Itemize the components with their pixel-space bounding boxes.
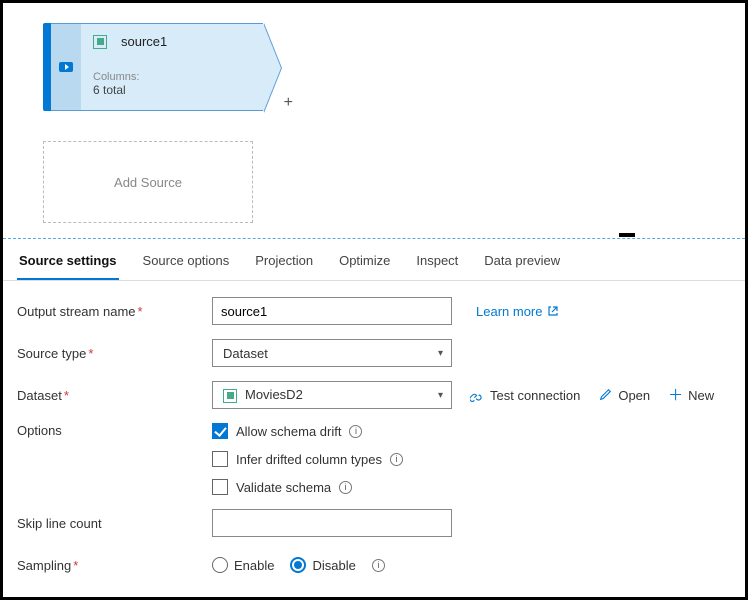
checkbox-validate-schema[interactable]: Validate schema i [212,479,403,495]
info-icon[interactable]: i [390,453,403,466]
label-output-stream: Output stream name* [17,304,212,319]
info-icon[interactable]: i [339,481,352,494]
chevron-down-icon: ▾ [438,348,443,359]
source-handle[interactable] [43,23,51,111]
source-title-row: source1 [93,34,251,49]
row-dataset: Dataset* MoviesD2 ▾ Test connection Open… [17,381,731,409]
source-node[interactable]: source1 Columns: 6 total + [43,23,263,111]
row-options: Options Allow schema drift i Infer drift… [17,423,731,495]
dataset-pipeline-icon [58,59,74,75]
open-dataset-link[interactable]: Open [598,388,650,403]
row-sampling: Sampling* Enable Disable i [17,551,731,579]
tab-source-settings[interactable]: Source settings [17,249,119,280]
checkbox-icon [212,451,228,467]
divider-handle-icon[interactable] [619,233,635,237]
test-connection-link[interactable]: Test connection [470,388,580,403]
label-skip-lines: Skip line count [17,516,212,531]
checkbox-infer-types[interactable]: Infer drifted column types i [212,451,403,467]
pencil-icon [598,388,612,402]
source-type-icon-box [51,23,81,111]
label-options: Options [17,423,212,438]
tab-projection[interactable]: Projection [253,249,315,280]
radio-sampling-enable[interactable]: Enable [212,557,274,573]
label-source-type: Source type* [17,346,212,361]
source-type-value: Dataset [223,346,268,361]
checkbox-icon [212,423,228,439]
row-output-stream: Output stream name* Learn more [17,297,731,325]
chevron-down-icon: ▾ [438,390,443,401]
add-transformation-icon[interactable]: + [284,94,293,112]
sampling-radios: Enable Disable i [212,557,385,573]
tab-optimize[interactable]: Optimize [337,249,392,280]
learn-more-link[interactable]: Learn more [476,304,559,319]
source-type-select[interactable]: Dataset ▾ [212,339,452,367]
external-link-icon [547,305,559,317]
output-stream-input[interactable] [212,297,452,325]
source-title: source1 [121,34,167,49]
label-dataset: Dataset* [17,388,212,403]
label-sampling: Sampling* [17,558,212,573]
dataflow-canvas: source1 Columns: 6 total + Add Source [3,3,745,238]
dataset-icon [223,389,237,403]
radio-icon [290,557,306,573]
dataset-icon [93,35,107,49]
add-source-label: Add Source [114,175,182,190]
row-skip-lines: Skip line count [17,509,731,537]
info-icon[interactable]: i [349,425,362,438]
checkbox-icon [212,479,228,495]
radio-sampling-disable[interactable]: Disable [290,557,355,573]
test-connection-icon [470,388,484,402]
source-body: source1 Columns: 6 total + [81,23,263,111]
plus-icon: ＋ [668,388,682,402]
dataset-value-wrap: MoviesD2 [223,387,303,403]
tab-inspect[interactable]: Inspect [414,249,460,280]
source-columns-label: Columns: [93,71,251,83]
add-source-button[interactable]: Add Source [43,141,253,223]
options-group: Allow schema drift i Infer drifted colum… [212,423,403,495]
dataset-value: MoviesD2 [245,387,303,402]
skip-lines-input[interactable] [212,509,452,537]
dataset-select[interactable]: MoviesD2 ▾ [212,381,452,409]
checkbox-allow-drift[interactable]: Allow schema drift i [212,423,403,439]
radio-icon [212,557,228,573]
source-columns-value: 6 total [93,83,251,97]
settings-tabs: Source settings Source options Projectio… [3,239,745,281]
source-settings-form: Output stream name* Learn more Source ty… [3,281,745,603]
info-icon[interactable]: i [372,559,385,572]
row-source-type: Source type* Dataset ▾ [17,339,731,367]
panel-divider[interactable] [3,238,745,239]
learn-more-text: Learn more [476,304,542,319]
new-dataset-link[interactable]: ＋ New [668,388,714,403]
dataset-actions: Test connection Open ＋ New [470,388,714,403]
tab-source-options[interactable]: Source options [141,249,232,280]
tab-data-preview[interactable]: Data preview [482,249,562,280]
